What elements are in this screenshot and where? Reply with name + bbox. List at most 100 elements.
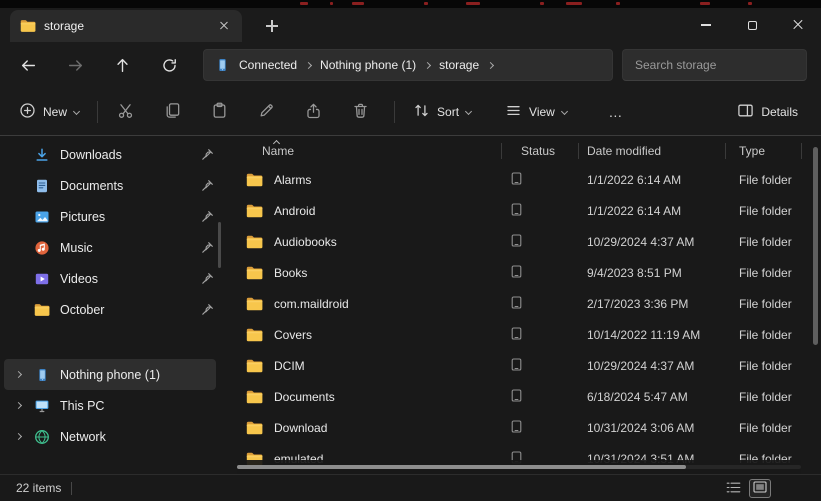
horizontal-scrollbar-thumb[interactable]	[237, 465, 686, 469]
horizontal-scrollbar[interactable]	[237, 460, 801, 474]
delete-button[interactable]	[340, 94, 380, 130]
new-button[interactable]: New	[8, 94, 90, 130]
column-divider[interactable]	[578, 143, 579, 159]
column-divider[interactable]	[725, 143, 726, 159]
status-cell	[501, 389, 578, 405]
file-row-android[interactable]: Android1/1/2022 6:14 AMFile folder	[228, 195, 821, 226]
cut-button[interactable]	[105, 94, 145, 130]
paste-button[interactable]	[199, 94, 239, 130]
sync-status-icon	[511, 327, 522, 343]
sidebar-gap	[0, 325, 228, 359]
expand-chevron-icon[interactable]	[15, 371, 22, 378]
file-name: Download	[274, 421, 327, 435]
search-box[interactable]	[622, 49, 807, 81]
details-pane-button[interactable]: Details	[726, 94, 809, 130]
clipboard-icon	[211, 102, 228, 122]
date-modified: 9/4/2023 8:51 PM	[578, 266, 725, 280]
file-row-download[interactable]: Download10/31/2024 3:06 AMFile folder	[228, 412, 821, 443]
breadcrumb-device[interactable]: Nothing phone (1)	[320, 58, 416, 72]
column-header-date-modified[interactable]: Date modified	[578, 144, 725, 158]
back-button[interactable]	[12, 49, 44, 81]
titlebar: storage	[0, 8, 821, 42]
column-divider[interactable]	[801, 143, 802, 159]
background-window-sliver	[0, 0, 821, 8]
maximize-button[interactable]	[729, 8, 775, 42]
expand-chevron-icon[interactable]	[15, 402, 22, 409]
details-pane-icon	[737, 102, 754, 122]
forward-button[interactable]	[59, 49, 91, 81]
expand-chevron-icon[interactable]	[15, 433, 22, 440]
window-controls	[683, 8, 821, 42]
breadcrumb-connected[interactable]: Connected	[239, 58, 297, 72]
date-modified: 10/31/2024 3:06 AM	[578, 421, 725, 435]
column-divider[interactable]	[501, 143, 502, 159]
view-button[interactable]: View	[494, 94, 578, 130]
column-header-name[interactable]: Name	[228, 144, 501, 158]
minimize-button[interactable]	[683, 8, 729, 42]
copy-button[interactable]	[152, 94, 192, 130]
sidebar-item-downloads[interactable]: Downloads	[4, 139, 216, 170]
thumbnail-view-button[interactable]	[749, 479, 771, 498]
vertical-scrollbar-thumb[interactable]	[813, 147, 818, 345]
sidebar-item-music[interactable]: Music	[4, 232, 216, 263]
file-row-com-maildroid[interactable]: com.maildroid2/17/2023 3:36 PMFile folde…	[228, 288, 821, 319]
file-row-covers[interactable]: Covers10/14/2022 11:19 AMFile folder	[228, 319, 821, 350]
sidebar-item-network[interactable]: Network	[4, 421, 216, 452]
file-name-cell: Covers	[228, 328, 501, 342]
tab-close-icon[interactable]	[216, 18, 232, 34]
file-name: Documents	[274, 390, 335, 404]
rename-button[interactable]	[246, 94, 286, 130]
file-row-audiobooks[interactable]: Audiobooks10/29/2024 4:37 AMFile folder	[228, 226, 821, 257]
chevron-down-icon	[561, 108, 568, 115]
file-name: Audiobooks	[274, 235, 337, 249]
pictures-icon	[34, 209, 50, 225]
sync-status-icon	[511, 172, 522, 188]
sidebar-scrollbar-thumb[interactable]	[218, 222, 221, 268]
videos-icon	[34, 271, 50, 287]
sidebar-item-october[interactable]: October	[4, 294, 216, 325]
new-tab-button[interactable]	[260, 16, 284, 36]
search-input[interactable]	[623, 58, 806, 72]
file-row-documents[interactable]: Documents6/18/2024 5:47 AMFile folder	[228, 381, 821, 412]
address-bar[interactable]: Connected Nothing phone (1) storage	[203, 49, 613, 81]
chevron-right-icon[interactable]	[305, 61, 312, 68]
up-button[interactable]	[106, 49, 138, 81]
sync-status-icon	[511, 389, 522, 405]
close-button[interactable]	[775, 8, 821, 42]
file-row-dcim[interactable]: DCIM10/29/2024 4:37 AMFile folder	[228, 350, 821, 381]
status-cell	[501, 234, 578, 250]
tab-storage[interactable]: storage	[10, 10, 242, 42]
sidebar-item-nothing-phone-1[interactable]: Nothing phone (1)	[4, 359, 216, 390]
network-icon	[34, 429, 50, 445]
sidebar-item-label: Videos	[60, 272, 191, 286]
sidebar-item-documents[interactable]: Documents	[4, 170, 216, 201]
sync-status-icon	[511, 203, 522, 219]
file-row-books[interactable]: Books9/4/2023 8:51 PMFile folder	[228, 257, 821, 288]
sync-status-icon	[511, 234, 522, 250]
sidebar-item-this-pc[interactable]: This PC	[4, 390, 216, 421]
more-options-button[interactable]: …	[594, 94, 638, 130]
folder-icon	[246, 421, 263, 435]
file-row-alarms[interactable]: Alarms1/1/2022 6:14 AMFile folder	[228, 164, 821, 195]
column-header-status[interactable]: Status	[501, 144, 578, 158]
chevron-right-icon[interactable]	[424, 61, 431, 68]
details-view-button[interactable]	[722, 479, 744, 498]
vertical-scrollbar[interactable]	[813, 141, 818, 456]
file-name: com.maildroid	[274, 297, 349, 311]
navigation-pane: DownloadsDocumentsPicturesMusic Videos Oct…	[0, 137, 228, 474]
music-icon	[34, 240, 50, 256]
sidebar-item-videos[interactable]: Videos	[4, 263, 216, 294]
date-modified: 6/18/2024 5:47 AM	[578, 390, 725, 404]
date-modified: 10/14/2022 11:19 AM	[578, 328, 725, 342]
sort-button[interactable]: Sort	[402, 94, 482, 130]
refresh-button[interactable]	[153, 49, 185, 81]
sync-status-icon	[511, 296, 522, 312]
sync-status-icon	[511, 420, 522, 436]
chevron-right-icon[interactable]	[487, 61, 494, 68]
breadcrumb-storage[interactable]: storage	[439, 58, 479, 72]
column-header-type[interactable]: Type	[725, 144, 801, 158]
file-type: File folder	[725, 204, 801, 218]
sidebar-item-pictures[interactable]: Pictures	[4, 201, 216, 232]
share-button[interactable]	[293, 94, 333, 130]
tab-title: storage	[44, 19, 208, 33]
